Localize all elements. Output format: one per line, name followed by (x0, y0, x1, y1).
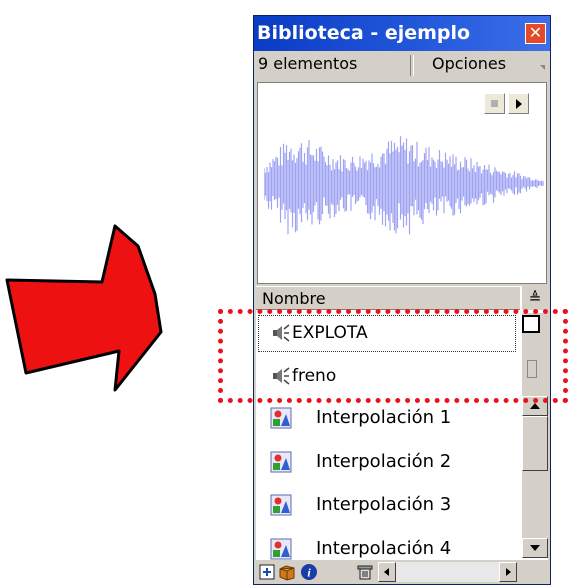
scroll-down-button[interactable] (522, 538, 548, 558)
graphic-symbol-icon (270, 451, 292, 473)
list-item[interactable]: Interpolación 1 (256, 398, 518, 439)
waveform-icon (264, 136, 544, 235)
trash-icon[interactable] (356, 563, 374, 581)
title-bar[interactable]: Biblioteca - ejemplo ✕ (254, 16, 550, 51)
options-menu-button[interactable]: Opciones (432, 54, 506, 73)
list-item[interactable]: Interpolación 3 (256, 485, 518, 526)
window-title: Biblioteca - ejemplo (257, 22, 471, 44)
library-panel: Biblioteca - ejemplo ✕ 9 elementos Opcio… (253, 15, 551, 585)
close-button[interactable]: ✕ (525, 23, 546, 44)
new-folder-icon[interactable] (278, 563, 296, 581)
sort-order-icon[interactable]: ≜ (522, 286, 548, 310)
red-arrow-icon (5, 224, 163, 392)
scroll-thumb[interactable] (522, 416, 548, 471)
graphic-symbol-icon (270, 538, 292, 560)
scroll-right-button[interactable] (499, 562, 517, 582)
selection-highlight-frame (218, 309, 568, 403)
waveform-trace (264, 136, 544, 235)
list-item[interactable]: Interpolación 2 (256, 442, 518, 483)
resize-corner[interactable] (522, 562, 548, 582)
graphic-symbol-icon (270, 407, 292, 429)
list-item-label: Interpolación 2 (316, 451, 452, 472)
library-bottom-bar: i (256, 560, 548, 584)
library-toolbar: 9 elementos Opciones (256, 53, 548, 78)
graphic-symbol-icon (270, 494, 292, 516)
list-item-label: Interpolación 4 (316, 538, 452, 559)
list-item-label: Interpolación 3 (316, 494, 452, 515)
divider (410, 55, 414, 76)
column-header-name[interactable]: Nombre (256, 286, 520, 310)
list-item-label: Interpolación 1 (316, 407, 452, 428)
horizontal-scroll-track[interactable] (396, 562, 499, 582)
properties-icon[interactable]: i (300, 563, 318, 581)
item-count-label: 9 elementos (258, 54, 358, 73)
options-dropdown-icon[interactable] (540, 65, 545, 70)
play-button[interactable] (508, 93, 529, 114)
scroll-left-button[interactable] (378, 562, 396, 582)
stop-button[interactable] (484, 93, 505, 114)
new-symbol-icon[interactable] (258, 563, 276, 581)
sound-preview (257, 82, 547, 284)
